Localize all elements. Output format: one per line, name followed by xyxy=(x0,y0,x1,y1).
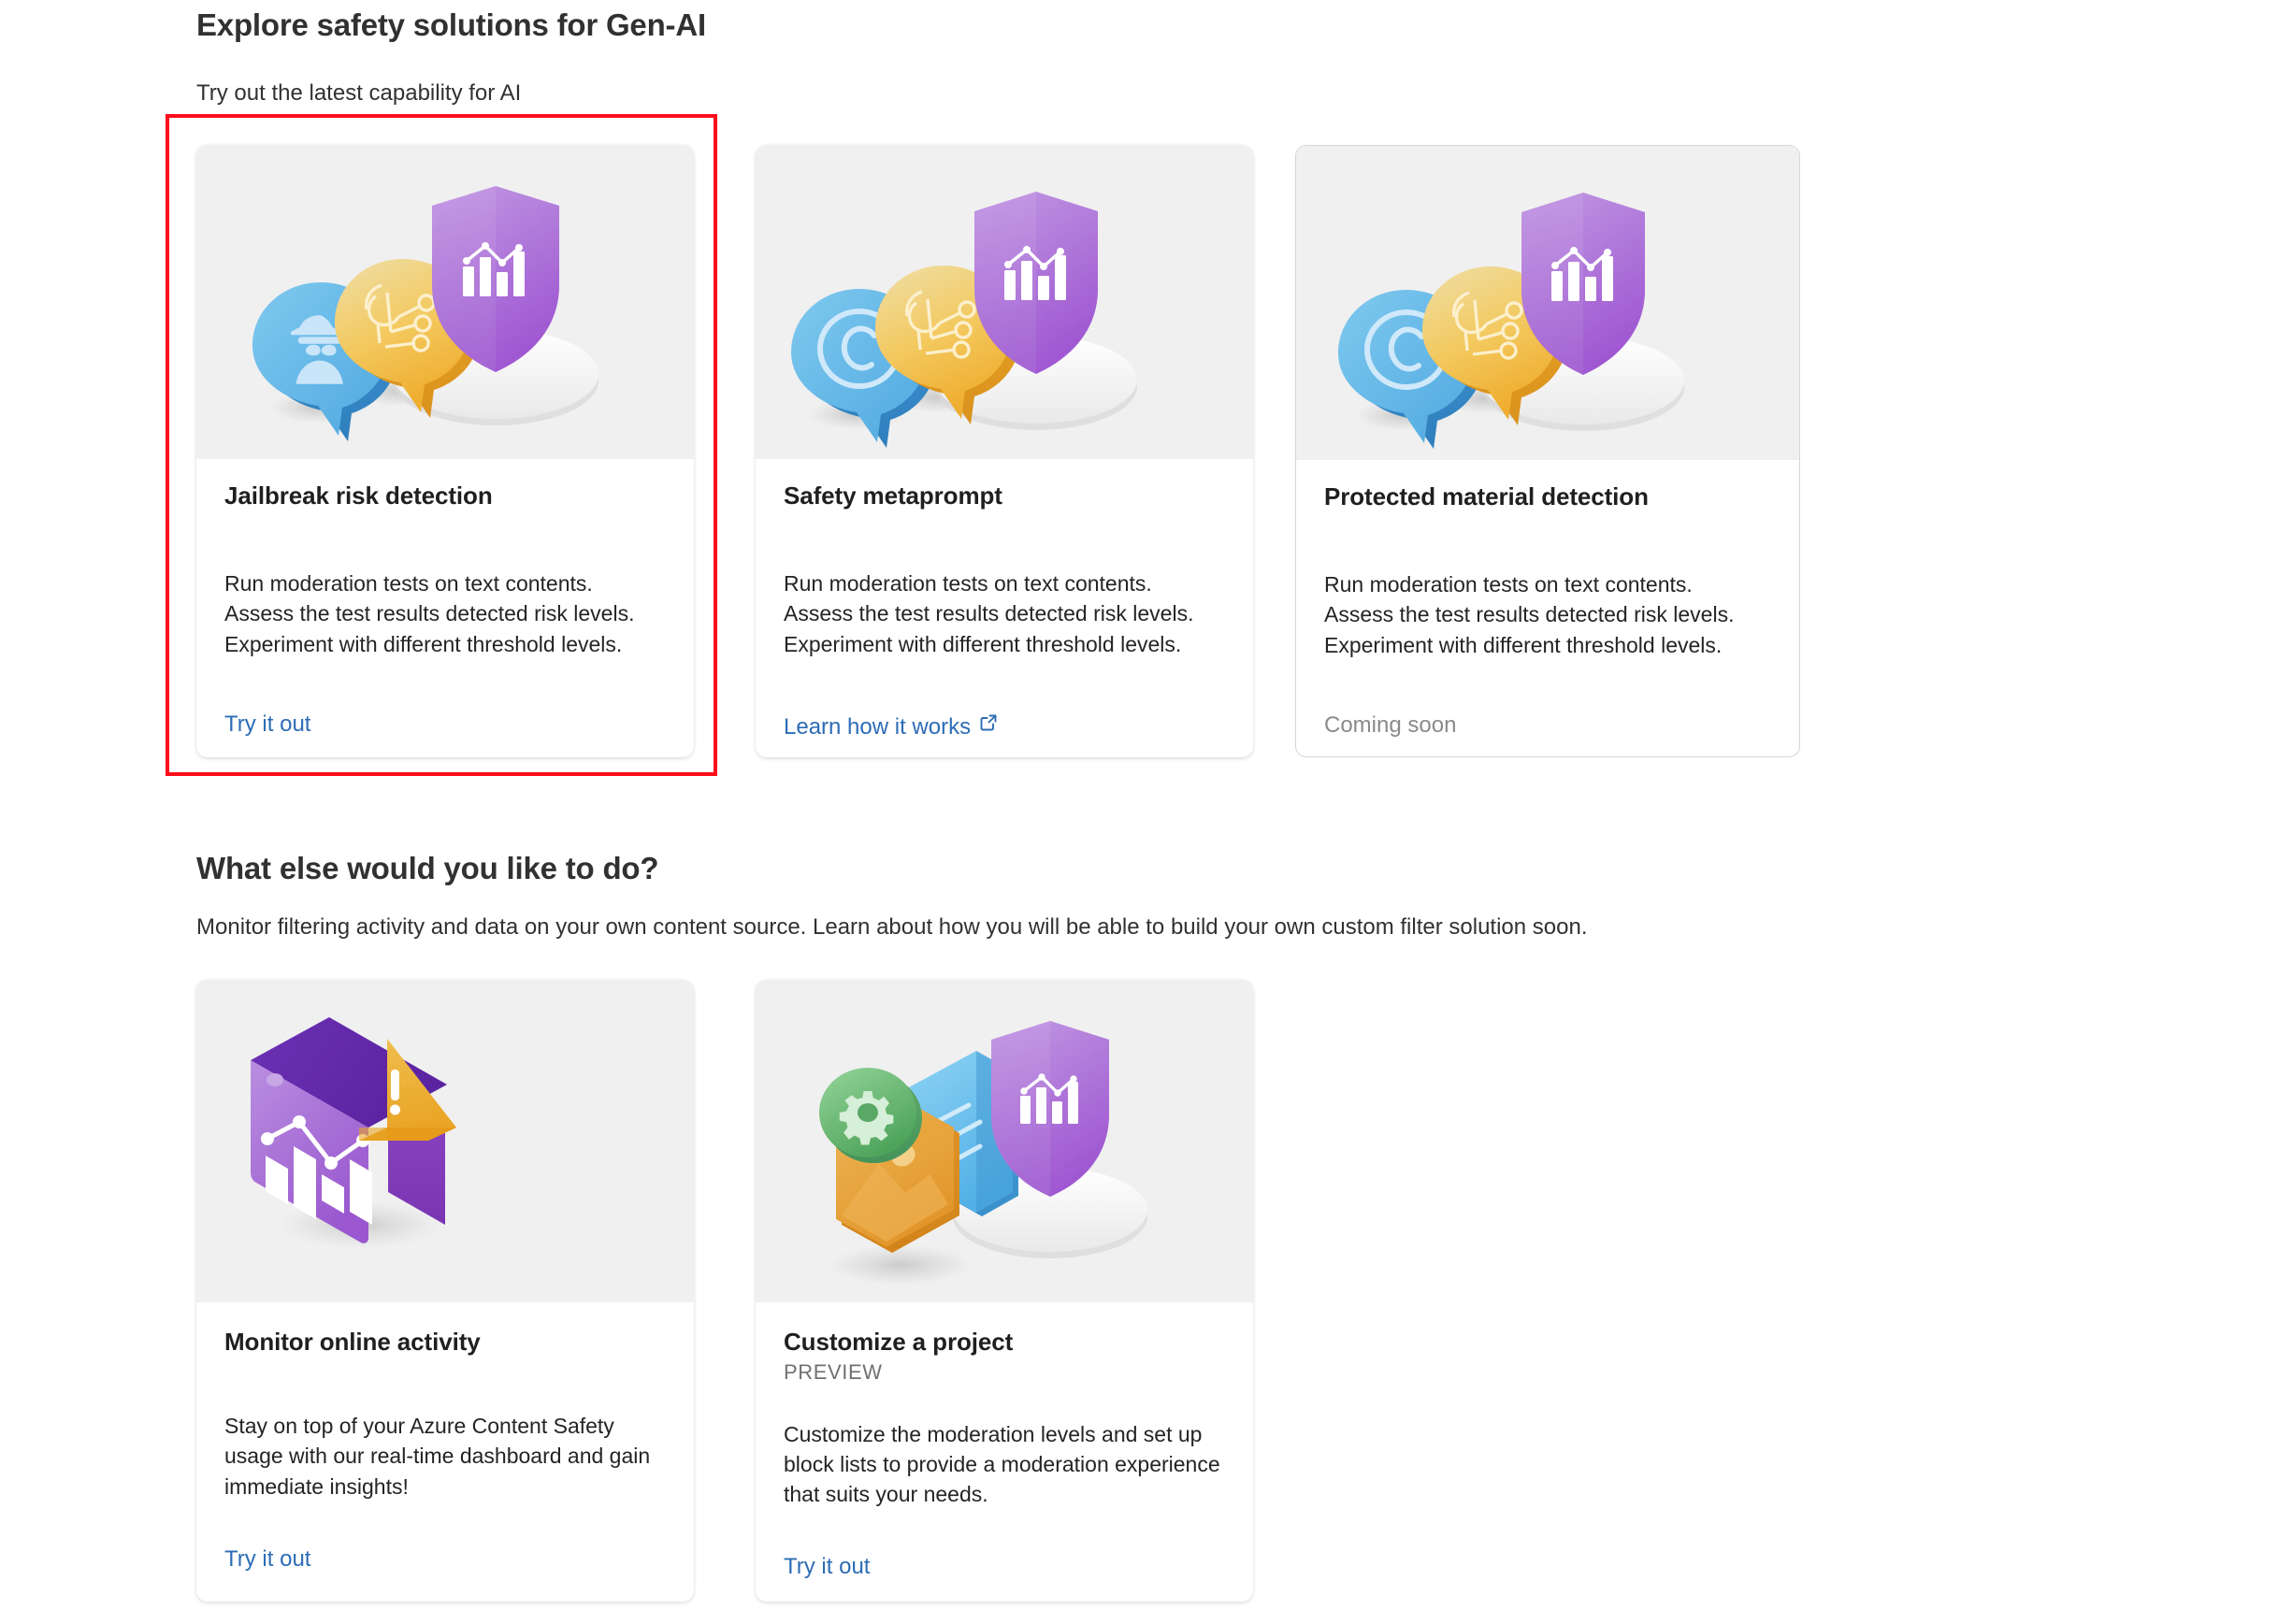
card-illustration-protected xyxy=(1296,146,1799,460)
card-jailbreak-risk-detection[interactable]: Jailbreak risk detection Run moderation … xyxy=(196,145,694,757)
copyright-bubble-ai-bubble-shield-chart-icon xyxy=(1338,193,1684,449)
card-body-jailbreak: Jailbreak risk detection Run moderation … xyxy=(196,481,694,738)
what-else-heading: What else would you like to do? xyxy=(196,851,659,885)
open-in-new-window-icon xyxy=(977,711,1000,734)
what-else-subtitle: Monitor filtering activity and data on y… xyxy=(196,914,1588,940)
card-title: Protected material detection xyxy=(1324,482,1649,510)
card-illustration-monitor xyxy=(196,980,694,1302)
coming-soon-label: Coming soon xyxy=(1324,711,1457,738)
link-label: Learn how it works xyxy=(784,713,972,740)
card-customize-a-project[interactable]: Customize a project PREVIEW Customize th… xyxy=(756,980,1253,1602)
learn-how-it-works-link[interactable]: Learn how it works xyxy=(784,711,1225,740)
card-title: Jailbreak risk detection xyxy=(224,481,493,510)
card-title: Safety metaprompt xyxy=(784,481,1002,510)
card-description: Run moderation tests on text contents. A… xyxy=(224,571,635,656)
card-body-protected: Protected material detection Run moderat… xyxy=(1296,482,1799,739)
link-label: Try it out xyxy=(224,711,311,737)
card-illustration-metaprompt xyxy=(756,145,1253,459)
content-safety-studio-home: Explore safety solutions for Gen-AI Try … xyxy=(0,0,2278,1624)
card-illustration-jailbreak xyxy=(196,145,694,459)
card-monitor-online-activity[interactable]: Monitor online activity Stay on top of y… xyxy=(196,980,694,1602)
card-body-monitor: Monitor online activity Stay on top of y… xyxy=(196,1328,694,1573)
card-description: Run moderation tests on text contents. A… xyxy=(784,571,1194,656)
try-it-out-link-jailbreak[interactable]: Try it out xyxy=(224,711,666,738)
card-description: Customize the moderation levels and set … xyxy=(784,1421,1220,1506)
explore-safety-solutions-heading: Explore safety solutions for Gen-AI xyxy=(196,7,706,42)
card-description: Stay on top of your Azure Content Safety… xyxy=(224,1414,651,1499)
card-protected-material-detection: Protected material detection Run moderat… xyxy=(1295,145,1800,757)
explore-safety-solutions-subtitle: Try out the latest capability for AI xyxy=(196,80,522,106)
copyright-bubble-ai-bubble-shield-chart-icon xyxy=(791,192,1137,448)
card-body-customize: Customize a project PREVIEW Customize th… xyxy=(756,1328,1253,1580)
spy-bubble-ai-bubble-shield-chart-icon xyxy=(252,186,598,441)
try-it-out-link-customize[interactable]: Try it out xyxy=(784,1554,1225,1580)
card-description: Run moderation tests on text contents. A… xyxy=(1324,572,1735,657)
preview-badge: PREVIEW xyxy=(784,1360,883,1385)
card-title: Customize a project xyxy=(784,1328,1014,1356)
link-label: Try it out xyxy=(224,1545,311,1572)
gear-image-document-shield-icon xyxy=(819,1021,1147,1286)
card-title: Monitor online activity xyxy=(224,1328,481,1356)
card-illustration-customize xyxy=(756,980,1253,1302)
card-body-metaprompt: Safety metaprompt Run moderation tests o… xyxy=(756,481,1253,740)
try-it-out-link-monitor[interactable]: Try it out xyxy=(224,1546,666,1573)
dashboard-window-warning-icon xyxy=(251,1017,456,1249)
link-label: Try it out xyxy=(784,1554,871,1580)
card-safety-metaprompt[interactable]: Safety metaprompt Run moderation tests o… xyxy=(756,145,1253,757)
